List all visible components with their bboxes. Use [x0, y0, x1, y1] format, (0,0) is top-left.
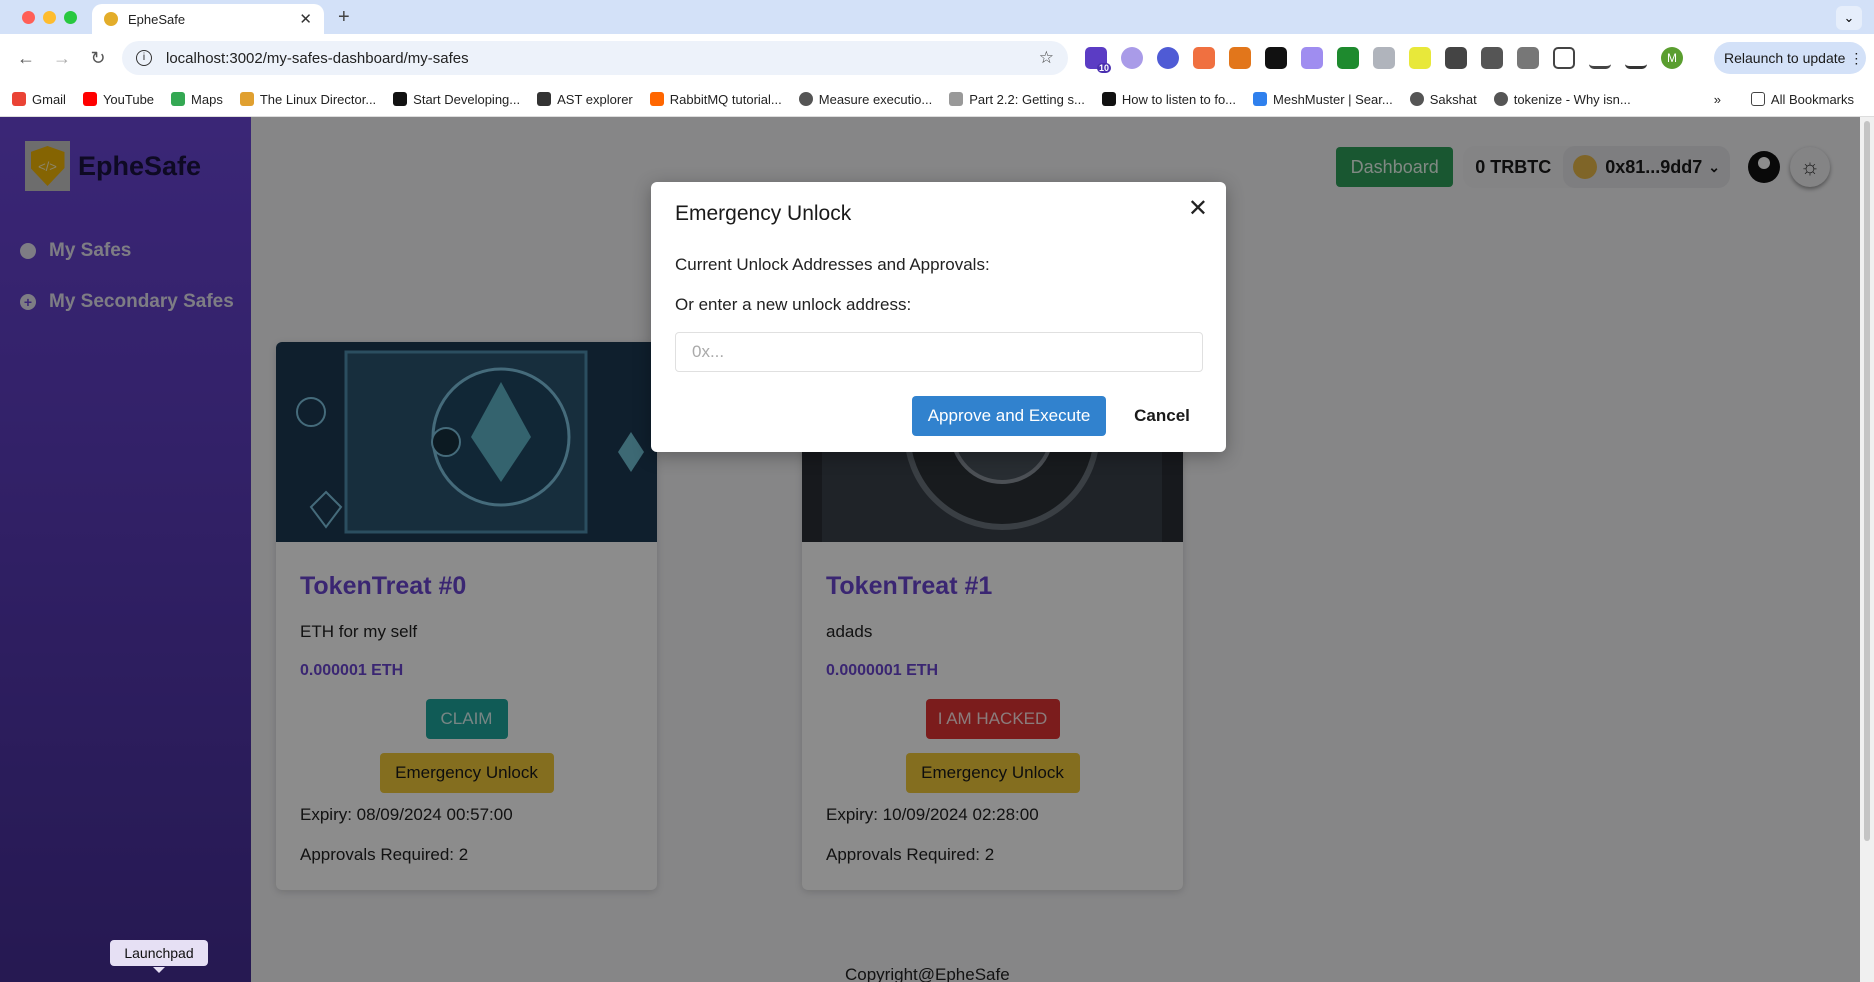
bookmark-label: MeshMuster | Sear...	[1273, 91, 1393, 107]
ephesafe-favicon-icon	[104, 12, 118, 26]
bookmark-favicon-icon	[393, 92, 408, 106]
extension-icon[interactable]	[1409, 47, 1431, 69]
maximize-window-button[interactable]	[64, 11, 77, 24]
forward-icon[interactable]: →	[52, 48, 72, 69]
page-scrollbar[interactable]	[1860, 117, 1874, 982]
new-tab-button[interactable]: +	[338, 6, 350, 29]
bookmark-label: Start Developing...	[413, 91, 521, 107]
extension-icon[interactable]	[1193, 47, 1215, 69]
site-info-icon[interactable]: i	[136, 50, 152, 66]
bookmark-label: The Linux Director...	[259, 91, 377, 107]
bookmark-favicon-icon	[537, 92, 552, 106]
address-toolbar: ← → ↻ i localhost:3002/my-safes-dashboar…	[0, 34, 1874, 82]
globe-icon	[1493, 92, 1508, 106]
current-addresses-label: Current Unlock Addresses and Approvals:	[675, 255, 990, 274]
extension-icon[interactable]	[1265, 47, 1287, 69]
bookmark[interactable]: Maps	[171, 92, 223, 107]
window-controls	[22, 11, 77, 24]
globe-icon	[1409, 92, 1424, 106]
extension-icon[interactable]: 10	[1085, 47, 1111, 73]
bookmark-label: RabbitMQ tutorial...	[669, 91, 782, 107]
extensions-bar: 10 M	[1085, 47, 1683, 73]
relaunch-label: Relaunch to update	[1724, 50, 1846, 66]
reload-icon[interactable]: ↻	[88, 48, 108, 69]
launchpad-tooltip: Launchpad	[110, 940, 208, 973]
close-tab-icon[interactable]: ✕	[299, 10, 312, 28]
bookmark-favicon-icon	[649, 92, 664, 106]
folder-icon	[1750, 92, 1765, 106]
shield-extension-icon[interactable]	[1373, 47, 1395, 69]
bookmark-label: Sakshat	[1429, 91, 1477, 107]
bookmark[interactable]: How to listen to fo...	[1101, 91, 1237, 107]
close-window-button[interactable]	[22, 11, 35, 24]
bookmark-favicon-icon	[239, 92, 254, 106]
bookmarks-bar: Gmail YouTube Maps The Linux Director...…	[0, 82, 1874, 117]
bookmark-label: YouTube	[102, 91, 155, 107]
bookmark[interactable]: The Linux Director...	[239, 91, 377, 107]
globe-icon	[798, 92, 813, 106]
bookmark-label: Part 2.2: Getting s...	[969, 91, 1085, 107]
all-bookmarks-label: All Bookmarks	[1770, 91, 1854, 107]
extension-icon[interactable]	[1301, 47, 1323, 69]
menu-dots-icon: ⋮	[1849, 50, 1864, 66]
bookmark-favicon-icon	[1253, 92, 1268, 106]
bookmark[interactable]: AST explorer	[537, 92, 633, 107]
bookmark[interactable]: tokenize - Why isn...	[1493, 91, 1631, 107]
more-bookmarks-button[interactable]: »	[1714, 92, 1721, 107]
approve-and-execute-button[interactable]: Approve and Execute	[912, 396, 1106, 436]
extension-badge: 10	[1096, 63, 1111, 73]
tab-title: EpheSafe	[128, 11, 186, 27]
browser-tab[interactable]: EpheSafe ✕	[92, 4, 324, 34]
minimize-window-button[interactable]	[43, 11, 56, 24]
megaphone-extension-icon[interactable]	[1445, 47, 1467, 69]
bookmark[interactable]: RabbitMQ tutorial...	[649, 91, 782, 107]
all-bookmarks-button[interactable]: All Bookmarks	[1750, 91, 1854, 107]
bookmark[interactable]: Sakshat	[1409, 91, 1477, 107]
tab-search-chevron-icon[interactable]: ⌄	[1836, 6, 1862, 30]
url-text: localhost:3002/my-safes-dashboard/my-saf…	[166, 49, 469, 67]
bookmark-favicon-icon	[171, 92, 186, 106]
relaunch-button[interactable]: Relaunch to update ⋮	[1714, 42, 1866, 74]
extension-icon[interactable]	[1121, 47, 1143, 69]
extension-icon[interactable]	[1481, 47, 1503, 69]
bookmark[interactable]: Start Developing...	[393, 92, 520, 107]
close-icon[interactable]: ✕	[1188, 194, 1208, 223]
scrollbar-thumb[interactable]	[1864, 121, 1870, 841]
bookmark[interactable]: Measure executio...	[798, 91, 933, 107]
extension-icon[interactable]	[1157, 47, 1179, 69]
emergency-unlock-modal: Emergency Unlock ✕ Current Unlock Addres…	[651, 182, 1226, 452]
bookmark-label: How to listen to fo...	[1121, 91, 1237, 107]
bookmark-label: Maps	[191, 91, 223, 107]
bookmark[interactable]: Gmail	[12, 92, 66, 107]
reading-list-icon[interactable]	[1589, 47, 1611, 69]
bookmark-favicon-icon	[12, 92, 26, 106]
bookmark[interactable]: Part 2.2: Getting s...	[949, 92, 1085, 107]
bookmark[interactable]: YouTube	[82, 91, 155, 107]
profile-avatar[interactable]: M	[1661, 47, 1683, 69]
modal-title: Emergency Unlock	[675, 202, 852, 225]
bookmark-label: tokenize - Why isn...	[1513, 91, 1631, 107]
bookmark[interactable]: MeshMuster | Sear...	[1253, 92, 1393, 107]
extensions-puzzle-icon[interactable]	[1553, 47, 1575, 69]
metamask-icon[interactable]	[1229, 47, 1251, 69]
downloads-icon[interactable]	[1625, 47, 1647, 69]
bookmark-star-icon[interactable]: ☆	[1039, 48, 1054, 68]
bookmark-favicon-icon	[1101, 92, 1116, 106]
new-address-label: Or enter a new unlock address:	[675, 295, 912, 314]
back-icon[interactable]: ←	[16, 48, 36, 69]
bookmark-favicon-icon	[949, 92, 964, 106]
bookmark-label: Gmail	[32, 91, 66, 107]
download-arrow-extension-icon[interactable]	[1337, 47, 1359, 69]
bookmark-favicon-icon	[82, 92, 97, 106]
bookmark-label: Measure executio...	[818, 91, 933, 107]
bookmark-label: AST explorer	[557, 91, 633, 107]
browser-tab-bar: EpheSafe ✕ + ⌄	[0, 0, 1874, 34]
address-bar[interactable]: i localhost:3002/my-safes-dashboard/my-s…	[122, 41, 1068, 75]
extension-icon[interactable]	[1517, 47, 1539, 69]
cancel-button[interactable]: Cancel	[1125, 396, 1199, 436]
unlock-address-input[interactable]	[675, 332, 1203, 372]
